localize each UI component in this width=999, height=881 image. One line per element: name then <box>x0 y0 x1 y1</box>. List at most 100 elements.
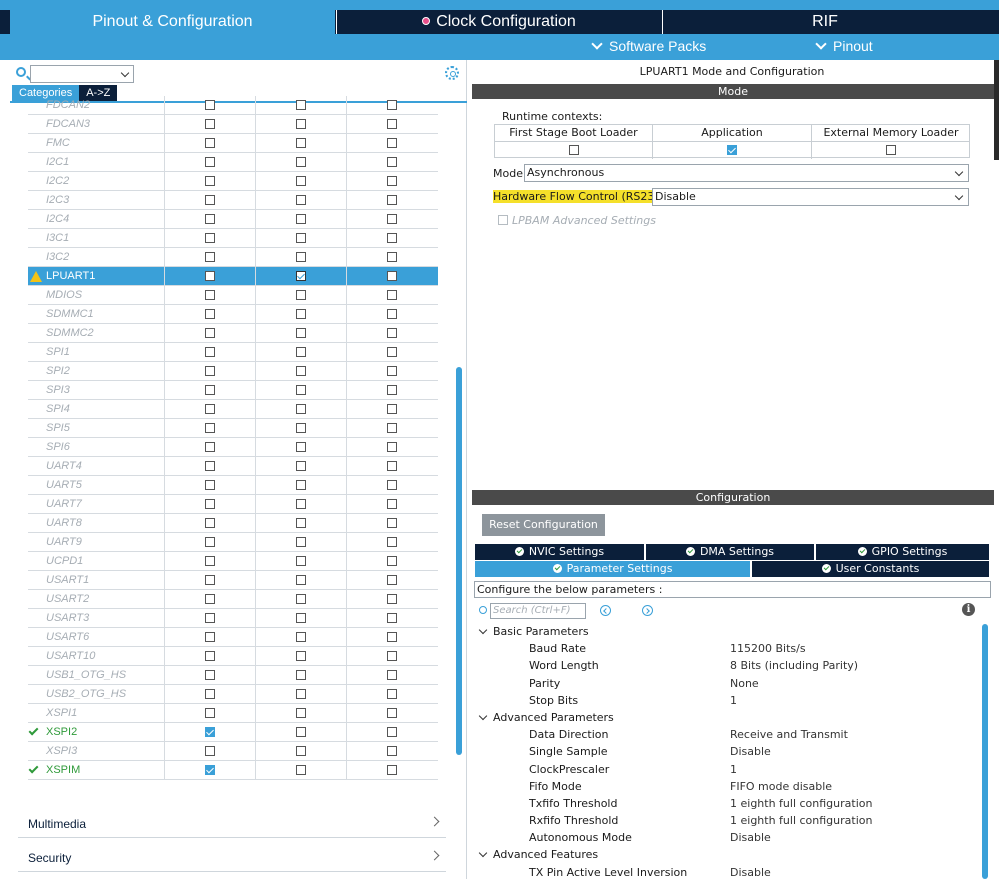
context-checkbox[interactable] <box>387 613 397 623</box>
gear-icon[interactable] <box>445 66 459 80</box>
context-checkbox[interactable] <box>296 404 306 414</box>
context-checkbox[interactable] <box>387 556 397 566</box>
table-row[interactable]: SPI4 <box>28 400 438 419</box>
hw-flow-control-select[interactable]: Disable <box>652 188 969 206</box>
context-checkbox[interactable] <box>296 518 306 528</box>
reset-configuration-button[interactable]: Reset Configuration <box>482 514 605 536</box>
context-fsbl-checkbox[interactable] <box>568 145 579 155</box>
table-row[interactable]: UART8 <box>28 514 438 533</box>
context-checkbox[interactable] <box>205 575 215 585</box>
tab-user-constants[interactable]: User Constants <box>752 561 989 577</box>
context-checkbox[interactable] <box>205 537 215 547</box>
table-row[interactable]: UART4 <box>28 457 438 476</box>
context-checkbox[interactable] <box>296 765 306 775</box>
context-checkbox[interactable] <box>205 366 215 376</box>
section-security[interactable]: Security <box>18 842 446 872</box>
parameter-row[interactable]: Autonomous Mode Disable <box>472 829 987 846</box>
table-row[interactable]: MDIOS <box>28 286 438 305</box>
table-row[interactable]: XSPIM <box>28 761 438 780</box>
parameter-row[interactable]: Fifo Mode FIFO mode disable <box>472 778 987 795</box>
table-row[interactable]: USART3 <box>28 609 438 628</box>
table-row[interactable]: UART5 <box>28 476 438 495</box>
context-checkbox[interactable] <box>387 252 397 262</box>
context-checkbox[interactable] <box>387 347 397 357</box>
context-checkbox[interactable] <box>296 537 306 547</box>
context-checkbox[interactable] <box>296 632 306 642</box>
table-row[interactable]: FDCAN2 <box>28 96 438 115</box>
context-extmem-checkbox[interactable] <box>886 145 896 155</box>
context-checkbox[interactable] <box>387 366 397 376</box>
context-checkbox[interactable] <box>205 632 215 642</box>
context-checkbox[interactable] <box>205 518 215 528</box>
parameter-row[interactable]: Stop Bits 1 <box>472 692 987 709</box>
context-checkbox[interactable] <box>387 765 397 775</box>
context-checkbox[interactable] <box>387 271 397 281</box>
table-row[interactable]: USART2 <box>28 590 438 609</box>
context-checkbox[interactable] <box>387 727 397 737</box>
parameter-row[interactable]: Word Length 8 Bits (including Parity) <box>472 657 987 674</box>
context-checkbox[interactable] <box>205 100 215 110</box>
context-checkbox[interactable] <box>205 138 215 148</box>
context-checkbox[interactable] <box>205 727 215 737</box>
context-checkbox[interactable] <box>296 271 306 281</box>
context-checkbox[interactable] <box>387 176 397 186</box>
context-checkbox[interactable] <box>205 328 215 338</box>
parameter-scrollbar[interactable] <box>982 624 988 879</box>
context-checkbox[interactable] <box>205 689 215 699</box>
table-row[interactable]: XSPI2 <box>28 723 438 742</box>
context-checkbox[interactable] <box>296 480 306 490</box>
parameter-row[interactable]: ClockPrescaler 1 <box>472 761 987 778</box>
context-checkbox[interactable] <box>205 385 215 395</box>
table-row[interactable]: UCPD1 <box>28 552 438 571</box>
table-row[interactable]: SDMMC2 <box>28 324 438 343</box>
context-checkbox[interactable] <box>296 366 306 376</box>
context-checkbox[interactable] <box>296 290 306 300</box>
tab-rif[interactable]: RIF <box>662 10 987 34</box>
context-checkbox[interactable] <box>205 309 215 319</box>
context-checkbox[interactable] <box>387 309 397 319</box>
table-row[interactable]: USART10 <box>28 647 438 666</box>
table-row[interactable]: I2C3 <box>28 191 438 210</box>
context-checkbox[interactable] <box>387 290 397 300</box>
context-checkbox[interactable] <box>387 594 397 604</box>
table-row[interactable]: SPI6 <box>28 438 438 457</box>
table-row[interactable]: FMC <box>28 134 438 153</box>
pinout-menu[interactable]: Pinout <box>815 38 873 54</box>
table-row[interactable]: I2C2 <box>28 172 438 191</box>
context-checkbox[interactable] <box>387 632 397 642</box>
table-row[interactable]: USB1_OTG_HS <box>28 666 438 685</box>
context-checkbox[interactable] <box>296 594 306 604</box>
context-checkbox[interactable] <box>296 119 306 129</box>
context-checkbox[interactable] <box>205 746 215 756</box>
tab-nvic-settings[interactable]: NVIC Settings <box>475 544 644 560</box>
context-checkbox[interactable] <box>296 727 306 737</box>
context-checkbox[interactable] <box>296 708 306 718</box>
context-checkbox[interactable] <box>296 176 306 186</box>
table-row[interactable]: USB2_OTG_HS <box>28 685 438 704</box>
tab-dma-settings[interactable]: DMA Settings <box>646 544 814 560</box>
context-checkbox[interactable] <box>205 214 215 224</box>
parameter-row[interactable]: Txfifo Threshold 1 eighth full configurat… <box>472 795 987 812</box>
table-row[interactable]: I2C4 <box>28 210 438 229</box>
context-checkbox[interactable] <box>387 100 397 110</box>
panel-collapse-strip[interactable] <box>994 60 999 160</box>
software-packs-menu[interactable]: Software Packs <box>591 38 706 54</box>
context-checkbox[interactable] <box>205 404 215 414</box>
parameter-row[interactable]: Single Sample Disable <box>472 743 987 760</box>
table-row[interactable]: XSPI1 <box>28 704 438 723</box>
context-checkbox[interactable] <box>387 746 397 756</box>
context-checkbox[interactable] <box>205 613 215 623</box>
tab-gpio-settings[interactable]: GPIO Settings <box>816 544 989 560</box>
parameter-group[interactable]: Basic Parameters <box>472 623 987 640</box>
table-row[interactable]: SDMMC1 <box>28 305 438 324</box>
table-row[interactable]: SPI2 <box>28 362 438 381</box>
context-checkbox[interactable] <box>296 214 306 224</box>
context-checkbox[interactable] <box>205 233 215 243</box>
info-icon[interactable]: i <box>962 603 975 616</box>
table-row[interactable]: I2C1 <box>28 153 438 172</box>
context-checkbox[interactable] <box>205 670 215 680</box>
context-checkbox[interactable] <box>387 233 397 243</box>
context-checkbox[interactable] <box>205 290 215 300</box>
context-checkbox[interactable] <box>296 651 306 661</box>
context-checkbox[interactable] <box>205 442 215 452</box>
